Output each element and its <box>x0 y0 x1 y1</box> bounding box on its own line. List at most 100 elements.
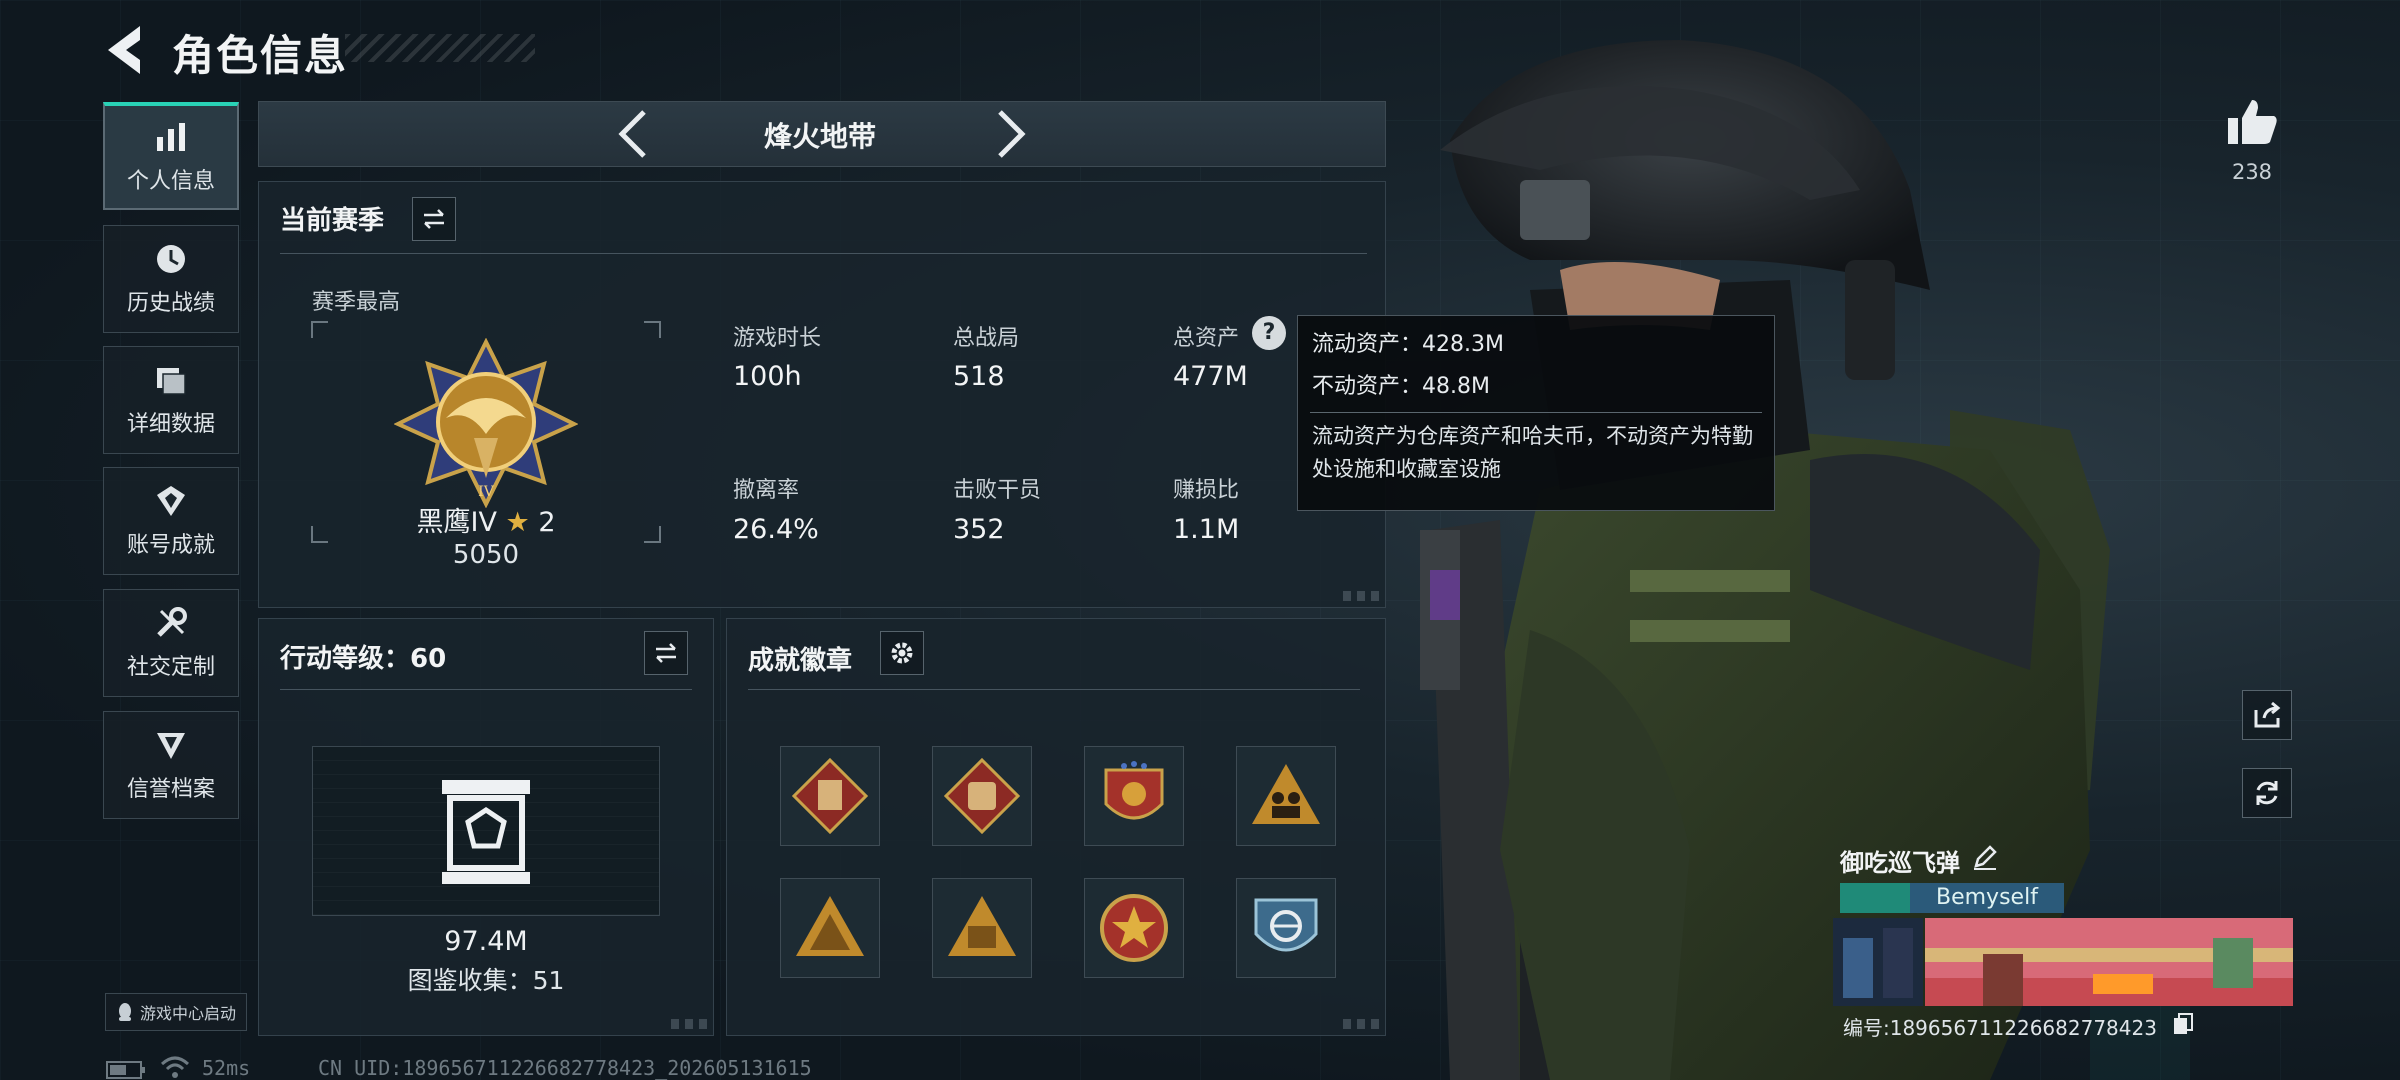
player-banner-image <box>1833 918 2293 1006</box>
badge-slot[interactable] <box>780 878 880 978</box>
stat-value-playtime: 100h <box>733 361 802 392</box>
collection-case-icon <box>442 780 530 884</box>
gold-pyramid-badge-icon <box>796 896 864 956</box>
tooltip-description: 流动资产为仓库资产和哈夫币，不动资产为特勤处设施和收藏室设施 <box>1312 424 1753 481</box>
stat-label-profit-loss: 赚损比 <box>1173 478 1240 503</box>
prev-mode-arrow-icon[interactable] <box>614 108 654 160</box>
stat-label-total-matches: 总战局 <box>953 326 1020 351</box>
refresh-button[interactable] <box>2242 768 2292 818</box>
badges-title: 成就徽章 <box>748 646 853 676</box>
stat-label-operators-defeated: 击败干员 <box>953 478 1042 503</box>
badge-slot[interactable] <box>932 746 1032 846</box>
sidebar-item-label: 社交定制 <box>126 655 215 680</box>
season-divider <box>280 253 1367 254</box>
sidebar-item-label: 账号成就 <box>126 533 215 558</box>
stat-label-extraction-rate: 撤离率 <box>733 478 800 503</box>
season-title: 当前赛季 <box>280 206 385 236</box>
action-level-switch-button[interactable] <box>644 631 688 675</box>
wrench-icon <box>157 607 187 637</box>
svg-text:IV: IV <box>478 484 495 500</box>
sidebar-item-label: 详细数据 <box>126 412 215 437</box>
share-icon <box>2254 701 2281 728</box>
mode-label: 烽火地带 <box>763 120 876 153</box>
battery-icon <box>106 1061 145 1079</box>
bar-chart-icon <box>157 123 185 151</box>
star-medal-badge-icon <box>1100 894 1168 962</box>
rank-name: 黑鹰IV <box>416 507 497 538</box>
badges-divider <box>748 689 1360 690</box>
stat-value-profit-loss: 1.1M <box>1173 514 1240 545</box>
assets-tooltip: 流动资产：428.3M 不动资产：48.8M 流动资产为仓库资产和哈夫币，不动资… <box>1297 315 1775 511</box>
game-center-launch-chip[interactable]: 游戏中心启动 <box>105 993 248 1031</box>
player-name: 御吃巡飞弹 <box>1840 849 1960 877</box>
thumbs-up-icon[interactable] <box>2226 98 2278 146</box>
collection-value: 97.4M <box>444 926 528 957</box>
stat-value-total-matches: 518 <box>953 361 1005 392</box>
copy-icon[interactable] <box>2172 1012 2194 1036</box>
sidebar-item-social[interactable]: 社交定制 <box>103 589 239 697</box>
back-arrow-icon[interactable] <box>100 20 150 80</box>
sidebar-item-reputation[interactable]: 信誉档案 <box>103 711 239 819</box>
edit-pencil-icon[interactable] <box>1972 844 1998 870</box>
season-switch-button[interactable] <box>412 197 456 241</box>
gear-icon <box>891 642 913 664</box>
rank-score: 5050 <box>452 540 520 570</box>
emblem-badge-icon <box>1104 761 1164 820</box>
history-icon <box>157 245 185 273</box>
reputation-icon <box>157 733 185 759</box>
share-button[interactable] <box>2242 690 2292 740</box>
badge-slot[interactable] <box>1084 746 1184 846</box>
game-center-launch-label: 游戏中心启动 <box>140 1004 237 1023</box>
sidebar-item-achievements[interactable]: 账号成就 <box>103 467 239 575</box>
uid-text: CN UID:18965671122668277842​3_2026051316… <box>318 1056 812 1080</box>
sidebar-item-label: 个人信息 <box>126 169 215 194</box>
page-title: 角色信息 <box>172 31 349 80</box>
stat-label-playtime: 游戏时长 <box>733 326 822 351</box>
player-tag: Bemyself <box>1936 885 2038 910</box>
soldiers-badge-icon <box>1252 764 1320 824</box>
stat-value-extraction-rate: 26.4% <box>733 514 819 545</box>
panel-corner-decoration <box>671 1019 707 1029</box>
help-icon[interactable]: ? <box>1252 316 1286 350</box>
badge-slot[interactable] <box>1084 878 1184 978</box>
rank-name-row: 黑鹰IV ★ 2 <box>410 500 562 539</box>
action-level-title: 行动等级：60 <box>280 644 447 674</box>
sidebar-item-label: 信誉档案 <box>126 777 215 802</box>
qq-icon <box>119 1003 131 1021</box>
vest-badge-icon <box>792 758 868 834</box>
player-id: 编号:18965671122668277842​3 <box>1843 1016 2157 1040</box>
badge-slot[interactable] <box>1236 878 1336 978</box>
blue-medal-badge-icon <box>1254 898 1318 952</box>
action-level-divider <box>280 689 692 690</box>
panel-corner-decoration <box>1343 1019 1379 1029</box>
rank-stars: 2 <box>538 507 556 538</box>
title-decoration <box>345 34 535 62</box>
stat-value-total-assets: 477M <box>1173 361 1248 392</box>
gold-case-badge-icon <box>948 896 1016 956</box>
badges-settings-button[interactable] <box>880 631 924 675</box>
tooltip-divider <box>1310 412 1762 413</box>
wifi-icon <box>160 1056 190 1078</box>
tooltip-liquid-assets: 流动资产：428.3M <box>1312 332 1504 357</box>
like-count: 238 <box>2231 160 2273 184</box>
swap-icon <box>656 643 676 663</box>
badge-slot[interactable] <box>780 746 880 846</box>
achievement-icon <box>157 486 185 516</box>
stat-label-total-assets: 总资产 <box>1173 326 1240 351</box>
player-tag-banner: Bemyself <box>1840 883 2064 913</box>
collection-count: 图鉴收集：51 <box>407 966 565 995</box>
sidebar-item-personal-info[interactable]: 个人信息 <box>103 102 239 210</box>
season-best-label: 赛季最高 <box>312 290 401 315</box>
badge-slot[interactable] <box>1236 746 1336 846</box>
swap-icon <box>424 209 444 229</box>
folder-icon <box>157 368 186 395</box>
ping-text: 52ms <box>202 1056 251 1080</box>
refresh-icon <box>2256 781 2278 805</box>
sidebar-item-history[interactable]: 历史战绩 <box>103 225 239 333</box>
star-icon: ★ <box>505 507 530 538</box>
badge-slot[interactable] <box>932 878 1032 978</box>
tooltip-fixed-assets: 不动资产：48.8M <box>1312 374 1490 399</box>
next-mode-arrow-icon[interactable] <box>990 108 1030 160</box>
sidebar-item-detail-data[interactable]: 详细数据 <box>103 346 239 454</box>
panel-corner-decoration <box>1343 591 1379 601</box>
